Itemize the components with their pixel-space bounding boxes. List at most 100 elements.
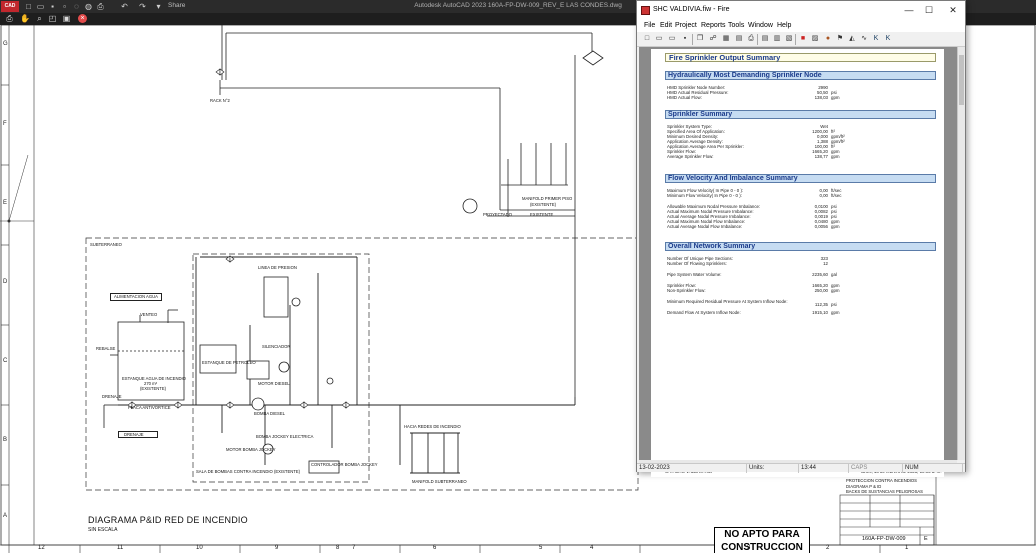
controlador-label: CONTROLADOR BOMBA JOCKEY [311, 462, 378, 467]
column-number: 10 [196, 545, 203, 551]
bomba-diesel-label: BOMBA DIESEL [254, 411, 285, 416]
silenciador-label: SILENCIADOR [262, 344, 291, 349]
column-number: 7 [352, 545, 356, 551]
row-letter: F [3, 121, 7, 127]
report-label: Average Sprinkler Flow: [667, 154, 714, 159]
report-value: 112,35 [814, 302, 828, 307]
drenaje-box-label: DRENAJE [124, 432, 144, 437]
close-icon[interactable]: ✕ [945, 3, 961, 17]
minimize-icon[interactable]: — [901, 3, 917, 17]
menu-project[interactable]: Project [675, 22, 697, 29]
shc-title-bar[interactable]: SHC VALDIVIA.fiw - Fire — ☐ ✕ [637, 1, 965, 20]
kc-icon[interactable]: K [872, 35, 880, 43]
vertical-scrollbar[interactable] [957, 47, 965, 460]
wave-icon[interactable]: ∿ [860, 35, 868, 43]
preview-icon[interactable]: ▧ [785, 35, 793, 43]
report-label: Minimum Flow Velocity( In Pipe 0 - 0 ): [667, 193, 742, 198]
pan-hand-icon[interactable]: ✋ [20, 15, 30, 23]
column-number: 1 [905, 545, 909, 551]
alimentacion-label: ALIMENTACION AGUA [114, 294, 158, 299]
ingenieria-line: BACKS DE SUSTANCIAS PELIGROSAS [846, 489, 923, 494]
estanque-petroleo-label: ESTANQUE DE PETROLEO [202, 360, 256, 365]
column-number: 3 [747, 545, 751, 551]
diagram-subtitle: SIN ESCALA [88, 527, 118, 533]
chart-icon[interactable]: ◭ [848, 35, 856, 43]
rebalse-label: REBALSE [96, 346, 116, 351]
motor-diesel-label: MOTOR DIESEL [258, 381, 290, 386]
not-for-construction-stamp: NO APTO PARA CONSTRUCCION [714, 527, 810, 553]
report-unit: psi [831, 302, 837, 307]
status-bar: 13-02-2023 Units: 13:44 CAPS NUM [637, 463, 965, 473]
menu-tools[interactable]: Tools [728, 22, 744, 29]
report-icon[interactable]: ▤ [761, 35, 769, 43]
column-number: 11 [117, 545, 124, 551]
menu-window[interactable]: Window [748, 22, 773, 29]
pump-icon[interactable]: ■ [799, 35, 807, 43]
maximize-icon[interactable]: ☐ [921, 3, 937, 17]
sala-bombas-label: SALA DE BOMBAS CONTRA INCENDIO (EXISTENT… [196, 469, 301, 474]
close-drawing-icon[interactable]: × [78, 14, 87, 23]
status-caps: CAPS [849, 464, 903, 473]
print-icon[interactable]: ⎙ [747, 35, 755, 43]
existente-label: EXISTENTE [530, 212, 554, 217]
document-icon[interactable]: ▥ [773, 35, 781, 43]
hacia-redes-label: HACIA REDES DE INCENDIO [404, 424, 461, 429]
report-label: HMD Actual Flow: [667, 95, 702, 100]
placa-label: PLACA ANTIVORTICE [128, 405, 171, 410]
section-hmd: Hydraulically Most Demanding Sprinkler N… [665, 71, 936, 80]
estanque-existente: (EXISTENTE) [140, 386, 167, 391]
report-value: 323 [820, 256, 828, 261]
save-icon[interactable]: ▪ [681, 35, 689, 43]
k0-icon[interactable]: K [884, 35, 892, 43]
linea-presion-label: LINEA DE PRESION [258, 265, 297, 270]
manifold-primer-label: MANIFOLD PRIMER PISO [522, 196, 573, 201]
table-icon[interactable]: ▤ [735, 35, 743, 43]
new-icon[interactable]: □ [643, 35, 651, 43]
report-value: 0,0056 [814, 224, 828, 229]
row-letter: E [3, 200, 8, 206]
zoom-window-icon[interactable]: ◰ [48, 15, 57, 23]
report-unit: gpm [831, 288, 840, 293]
proyectado-label: PROYECTADO [483, 212, 513, 217]
report-title: Fire Sprinkler Output Summary [665, 53, 936, 62]
calc-icon[interactable]: ▨ [811, 35, 819, 43]
report-value: 0,00 [819, 193, 828, 198]
report-unit: gpm [831, 310, 840, 315]
grid-icon[interactable]: ▦ [722, 35, 730, 43]
scroll-thumb[interactable] [959, 55, 964, 105]
zoom-extents-icon[interactable]: ▣ [62, 15, 71, 23]
menu-help[interactable]: Help [777, 22, 791, 29]
report-label: Number Of Flowing Sprinklers: [667, 261, 727, 266]
print-icon[interactable]: ⎙ [5, 15, 14, 23]
run-icon[interactable]: ● [824, 35, 832, 43]
row-letter: C [3, 358, 8, 364]
report-unit: ft/sec [831, 193, 842, 198]
report-label: Demand Flow At System Inflow Node: [667, 310, 741, 315]
menu-edit[interactable]: Edit [660, 22, 672, 29]
plano-number: 160A-FP-DW-009 [862, 536, 906, 542]
report-value: 1915,10 [812, 310, 828, 315]
row-letter: D [3, 279, 8, 285]
shc-fire-window[interactable]: SHC VALDIVIA.fiw - Fire — ☐ ✕ File Edit … [636, 0, 966, 477]
column-number: 6 [433, 545, 437, 551]
report-unit: gal [831, 272, 837, 277]
column-number: 9 [275, 545, 279, 551]
menu-file[interactable]: File [644, 22, 655, 29]
open-alt-icon[interactable]: ▭ [668, 35, 676, 43]
report-viewport[interactable]: Fire Sprinkler Output Summary Hydraulica… [639, 47, 957, 477]
status-date: 13-02-2023 [637, 464, 747, 473]
open-icon[interactable]: ▭ [655, 35, 663, 43]
report-label: Minimum Required Residual Pressure At Sy… [667, 299, 788, 304]
column-number: 5 [539, 545, 543, 551]
venteo-label: VENTEO [140, 312, 158, 317]
subterraneo-label: SUBTERRANEO [90, 242, 122, 247]
report-value: 250,00 [814, 288, 828, 293]
copy-icon[interactable]: ❐ [696, 35, 704, 43]
section-velocity: Flow Velocity And Imbalance Summary [665, 174, 936, 183]
revision-letter: E [924, 536, 928, 542]
section-network: Overall Network Summary [665, 242, 936, 251]
flag-icon[interactable]: ⚑ [836, 35, 844, 43]
zoom-icon[interactable]: ⌕ [35, 15, 44, 23]
links-icon[interactable]: ☍ [709, 35, 717, 43]
menu-reports[interactable]: Reports [701, 22, 726, 29]
